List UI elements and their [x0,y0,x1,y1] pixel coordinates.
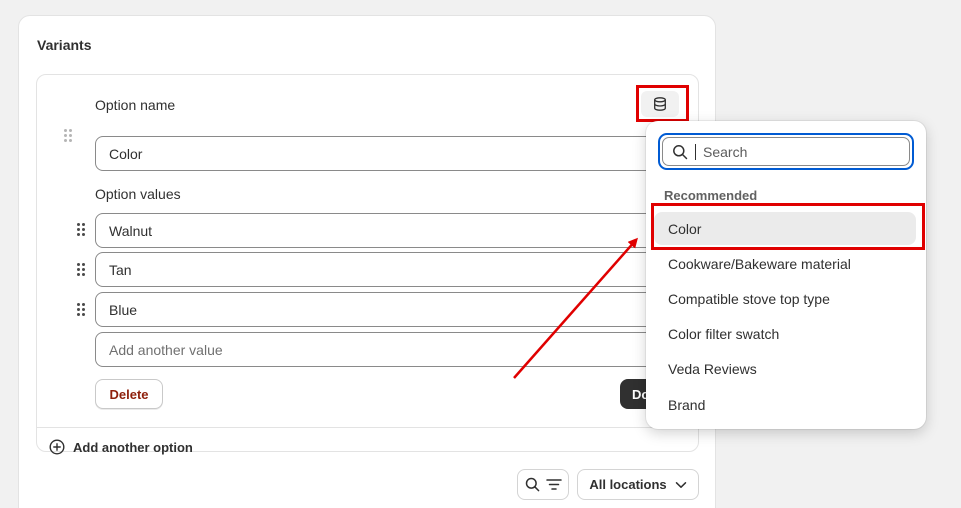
annotation-arrow [513,237,638,379]
